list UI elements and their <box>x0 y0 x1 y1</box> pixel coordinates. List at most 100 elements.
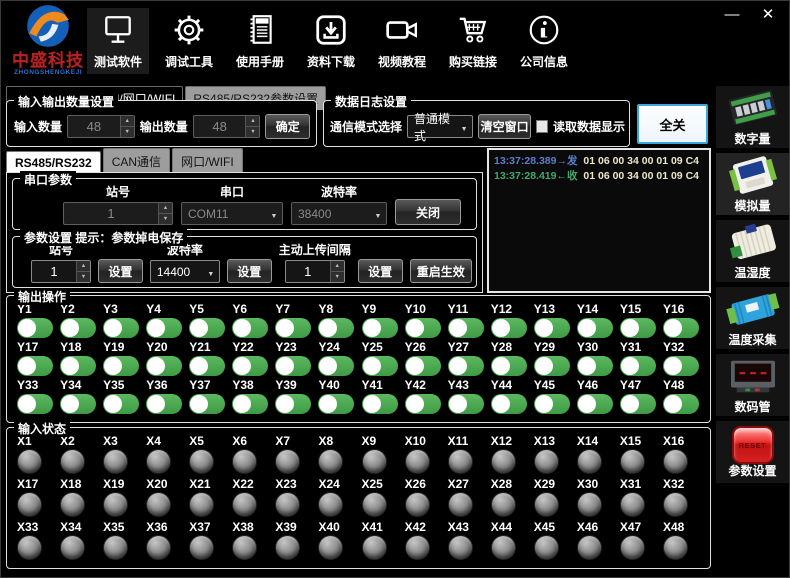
output-toggle[interactable] <box>405 318 441 338</box>
clear-window-button[interactable]: 清空窗口 <box>478 114 531 139</box>
output-toggle[interactable] <box>17 318 53 338</box>
toolbar-item-data-download[interactable]: 资料下载 <box>300 8 362 74</box>
param-station-field[interactable]: 1 <box>31 260 91 283</box>
read-data-checkbox[interactable] <box>536 120 548 133</box>
output-toggle[interactable] <box>60 394 96 414</box>
sidebar-item-digital[interactable]: 数字量 <box>716 86 789 148</box>
output-toggle[interactable] <box>103 356 139 376</box>
output-cell: Y27 <box>446 341 489 376</box>
output-cell: Y15 <box>618 303 661 338</box>
param-baud-select[interactable]: 14400 <box>150 260 220 283</box>
toolbar-item-user-manual[interactable]: 使用手册 <box>229 8 291 74</box>
upload-interval-field[interactable]: 1 <box>285 260 345 283</box>
comm-log-window[interactable]: 13:37:28.389→发 01 06 00 34 00 01 09 C4 1… <box>487 148 711 293</box>
input-cell: X13 <box>532 435 575 474</box>
sidebar-item-temp-humidity[interactable]: 温湿度 <box>716 220 789 282</box>
output-toggle[interactable] <box>534 356 570 376</box>
output-toggle[interactable] <box>17 356 53 376</box>
output-toggle[interactable] <box>362 356 398 376</box>
output-toggle[interactable] <box>275 318 311 338</box>
output-toggle[interactable] <box>405 356 441 376</box>
set-station-button[interactable]: 设置 <box>98 259 143 283</box>
output-toggle[interactable] <box>405 394 441 414</box>
sidebar-item-digital-tube[interactable]: 数码管 <box>716 354 789 416</box>
all-off-button[interactable]: 全关 <box>637 104 708 144</box>
close-button[interactable]: ✕ <box>757 5 779 25</box>
output-toggle[interactable] <box>318 318 354 338</box>
output-toggle[interactable] <box>275 394 311 414</box>
output-toggle[interactable] <box>491 394 527 414</box>
output-toggle[interactable] <box>663 318 699 338</box>
data-log-settings-title: 数据日志设置 <box>331 93 411 110</box>
toolbar-item-purchase-link[interactable]: 购买链接 <box>442 8 504 74</box>
toolbar-item-debug-tools[interactable]: 调试工具 <box>158 8 220 74</box>
spinner-arrows-icon[interactable] <box>330 261 344 282</box>
set-interval-button[interactable]: 设置 <box>358 259 403 283</box>
tab-lan-wifi[interactable]: 网口/WIFI <box>172 148 243 174</box>
toolbar-item-company-info[interactable]: 公司信息 <box>513 8 575 74</box>
output-toggle[interactable] <box>232 318 268 338</box>
output-toggle[interactable] <box>275 356 311 376</box>
output-toggle[interactable] <box>663 356 699 376</box>
close-port-button[interactable]: 关闭 <box>395 199 461 225</box>
spinner-arrows-icon[interactable] <box>120 116 134 137</box>
output-toggle[interactable] <box>189 394 225 414</box>
output-toggle[interactable] <box>318 394 354 414</box>
output-toggle[interactable] <box>491 356 527 376</box>
input-cell: X37 <box>187 521 230 560</box>
output-toggle[interactable] <box>534 394 570 414</box>
output-toggle[interactable] <box>189 318 225 338</box>
output-toggle[interactable] <box>103 318 139 338</box>
sidebar-item-temp-collect[interactable]: 温度采集 <box>716 287 789 349</box>
output-toggle[interactable] <box>448 318 484 338</box>
output-toggle[interactable] <box>663 394 699 414</box>
serial-port-select[interactable]: COM11 <box>181 202 283 225</box>
output-toggle[interactable] <box>146 318 182 338</box>
output-count-field[interactable]: 48 <box>193 115 261 138</box>
confirm-button[interactable]: 确定 <box>265 114 310 139</box>
output-toggle[interactable] <box>103 394 139 414</box>
output-toggle[interactable] <box>620 394 656 414</box>
toolbar-item-video-tutorial[interactable]: 视频教程 <box>371 8 433 74</box>
output-toggle[interactable] <box>448 394 484 414</box>
input-led <box>17 492 42 517</box>
output-toggle[interactable] <box>146 394 182 414</box>
toolbar-item-test-software[interactable]: 测试软件 <box>87 8 149 74</box>
sidebar-item-param-settings[interactable]: RESET 参数设置 <box>716 421 789 483</box>
input-led <box>491 492 516 517</box>
output-toggle[interactable] <box>60 356 96 376</box>
set-baud-button[interactable]: 设置 <box>227 259 272 283</box>
output-toggle[interactable] <box>577 356 613 376</box>
sidebar-item-analog[interactable]: 模拟量 <box>716 153 789 215</box>
output-label: Y37 <box>189 379 210 392</box>
output-toggle[interactable] <box>534 318 570 338</box>
spinner-arrows-icon[interactable] <box>76 261 90 282</box>
output-toggle[interactable] <box>318 356 354 376</box>
spinner-arrows-icon[interactable] <box>245 116 259 137</box>
output-toggle[interactable] <box>620 356 656 376</box>
output-label: Y25 <box>362 341 383 354</box>
baud-rate-select[interactable]: 38400 <box>291 202 387 225</box>
output-label: Y46 <box>577 379 598 392</box>
station-field[interactable]: 1 <box>63 202 173 225</box>
output-toggle[interactable] <box>60 318 96 338</box>
output-toggle[interactable] <box>448 356 484 376</box>
output-toggle[interactable] <box>232 356 268 376</box>
output-toggle[interactable] <box>146 356 182 376</box>
comm-mode-select[interactable]: 普通模式 <box>407 115 473 138</box>
output-toggle[interactable] <box>491 318 527 338</box>
output-toggle[interactable] <box>189 356 225 376</box>
restart-apply-button[interactable]: 重启生效 <box>410 259 472 283</box>
output-label: Y29 <box>534 341 555 354</box>
output-toggle[interactable] <box>577 318 613 338</box>
output-toggle[interactable] <box>17 394 53 414</box>
output-toggle[interactable] <box>232 394 268 414</box>
output-toggle[interactable] <box>362 318 398 338</box>
minimize-button[interactable]: — <box>721 5 743 25</box>
tab-can[interactable]: CAN通信 <box>103 148 170 174</box>
output-toggle[interactable] <box>620 318 656 338</box>
spinner-arrows-icon[interactable] <box>158 203 172 224</box>
input-count-field[interactable]: 48 <box>67 115 135 138</box>
output-toggle[interactable] <box>577 394 613 414</box>
output-toggle[interactable] <box>362 394 398 414</box>
